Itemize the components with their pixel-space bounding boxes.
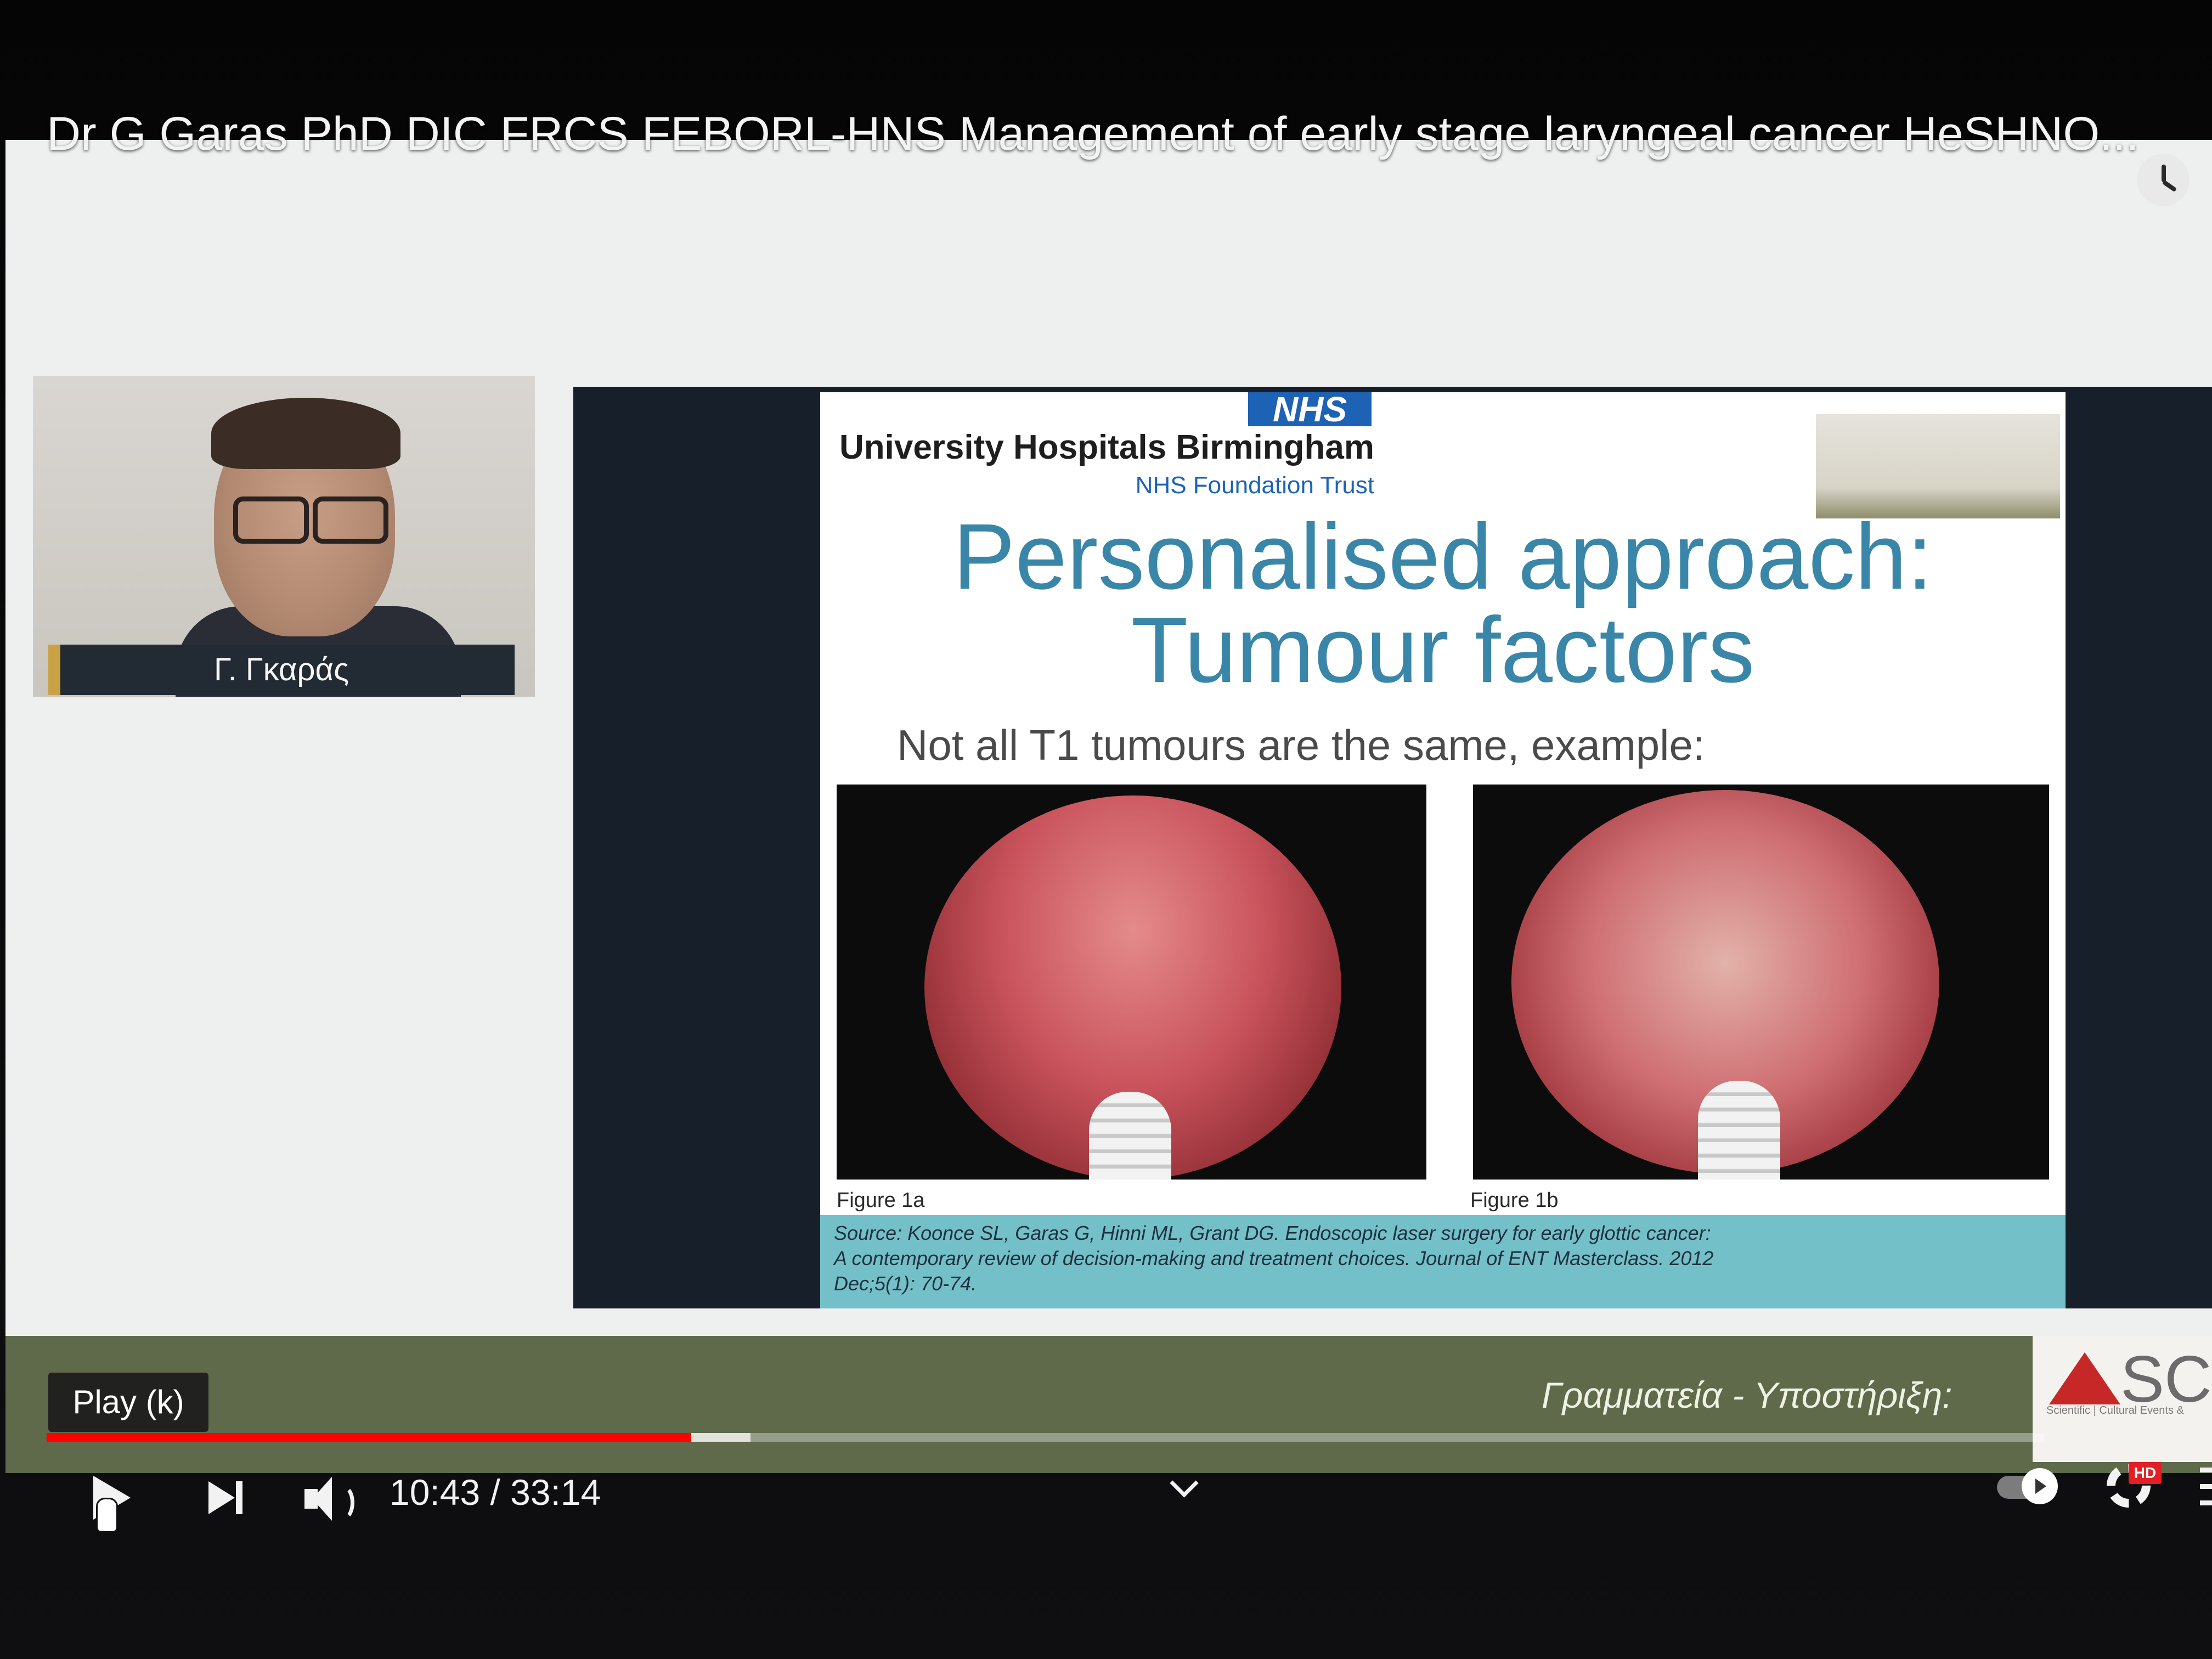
speaker-name: Γ. Γκαράς [213,652,349,687]
slide-title-line2: Tumour factors [1131,598,1755,702]
volume-icon-wave [331,1485,354,1521]
sce-logo: SCE Scientific | Cultural Events & [2033,1336,2212,1462]
nhs-logo: NHS [1248,392,1372,427]
speaker-hair [211,398,400,469]
volume-icon[interactable] [304,1477,354,1521]
hospital-subtitle: NHS Foundation Trust [1135,472,1374,499]
next-icon-bar [236,1481,242,1514]
hospital-name: University Hospitals Birmingham [839,428,1374,466]
sce-logo-mark [2049,1352,2120,1404]
figure-1a-image [837,785,1426,1180]
autoplay-toggle[interactable] [1997,1468,2058,1504]
source-line: Source: Koonce SL, Garas G, Hinni ML, Gr… [834,1222,1711,1244]
source-line: Dec;5(1): 70-74. [834,1272,977,1295]
video-frame[interactable]: Γ. Γκαράς NHS University Hospitals Birmi… [5,140,2212,1473]
autoplay-toggle-icon [2022,1468,2058,1504]
hand-cursor-icon [96,1498,118,1533]
figure-1b-caption: Figure 1b [1470,1189,1559,1212]
play-tooltip: Play (k) [48,1373,208,1432]
video-title[interactable]: Dr G Garas PhD DIC FRCS FEBORL-HNS Manag… [47,107,2139,161]
speaker-glasses [222,496,388,544]
clock-icon[interactable] [2137,154,2190,206]
volume-icon-cone [312,1477,332,1521]
endotracheal-tube [1698,1081,1780,1180]
progress-bar[interactable] [47,1433,2044,1442]
slide-subtitle: Not all T1 tumours are the same, example… [897,721,1705,769]
hd-badge: HD [2129,1462,2162,1484]
source-line: A contemporary review of decision-making… [834,1247,1714,1269]
presentation-slide: NHS University Hospitals Birmingham NHS … [820,392,2066,1308]
figure-1b-image [1473,785,2049,1180]
next-icon [208,1481,235,1514]
glasses-right-lens [313,496,388,544]
figure-1a-caption: Figure 1a [837,1189,925,1212]
time-display: 10:43 / 33:14 [390,1472,601,1513]
slide-title-line1: Personalised approach: [952,505,1933,609]
monitor-screen: Γ. Γκαράς NHS University Hospitals Birmi… [0,0,2212,1659]
chevron-down-icon[interactable] [1170,1469,1199,1498]
banner-text: Γραμματεία - Υποστήριξη: [1542,1375,1953,1415]
conference-logo [1816,414,2060,518]
menu-icon[interactable] [2200,1468,2212,1506]
slide-title: Personalised approach: Tumour factors [886,510,2000,697]
speaker-webcam: Γ. Γκαράς [33,376,535,697]
speaker-name-tag: Γ. Γκαράς [48,645,515,695]
glasses-left-lens [233,496,309,544]
progress-played [47,1433,691,1442]
next-button[interactable] [208,1479,247,1517]
endotracheal-tube [1089,1092,1171,1180]
source-citation: Source: Koonce SL, Garas G, Hinni ML, Gr… [820,1215,2066,1308]
sce-logo-tagline: Scientific | Cultural Events & [2046,1404,2184,1417]
